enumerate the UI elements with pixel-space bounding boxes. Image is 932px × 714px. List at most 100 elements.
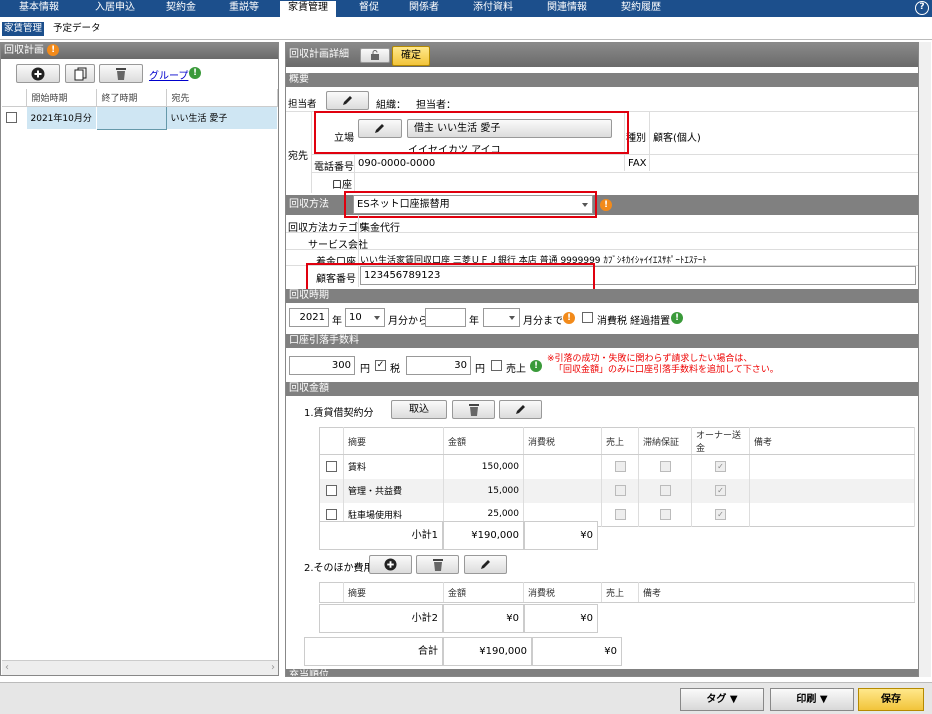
save-button[interactable]: 保存 bbox=[858, 688, 924, 711]
month-from-label: 月分から bbox=[388, 316, 428, 327]
subtotal1-tax: ¥0 bbox=[524, 521, 598, 550]
highlight-method bbox=[344, 191, 597, 218]
delete-button[interactable] bbox=[99, 64, 143, 83]
col-end: 終了時期 bbox=[96, 89, 167, 107]
tax-label: 税 bbox=[390, 364, 400, 375]
col-amount: 金額 bbox=[443, 427, 524, 455]
trash-icon bbox=[432, 559, 443, 571]
yen-label: 円 bbox=[360, 364, 370, 375]
row-guarantee-checkbox bbox=[659, 485, 671, 496]
other-part-label: 2.そのほか費用 bbox=[304, 563, 374, 574]
trash-icon bbox=[116, 68, 126, 80]
take-in-button[interactable]: 取込 bbox=[391, 400, 447, 419]
delete-row-button[interactable] bbox=[452, 400, 495, 419]
tab-explanation[interactable]: 重説等 bbox=[222, 1, 266, 17]
lock-button[interactable] bbox=[360, 48, 390, 63]
fee-amount-input[interactable]: 300 bbox=[289, 356, 355, 375]
row-owner-checkbox: ✓ bbox=[715, 485, 726, 496]
tanto-label: 担当者： bbox=[416, 100, 456, 111]
info-icon[interactable]: ! bbox=[47, 44, 60, 56]
org-label: 組織： bbox=[376, 100, 406, 111]
row-guarantee-checkbox bbox=[659, 461, 671, 473]
row-owner-checkbox: ✓ bbox=[715, 461, 726, 473]
plan-table: 開始時期 終了時期 宛先 2021年10月分 いい生活 愛子 bbox=[2, 89, 278, 130]
subtotal2-tax: ¥0 bbox=[524, 604, 598, 633]
help-icon[interactable]: ? bbox=[915, 1, 929, 15]
row-checkbox[interactable] bbox=[326, 461, 337, 473]
collection-plan-panel: 回収計画 ! グループ ! 開始時期 終了時期 宛先 2021年10月分 いい生… bbox=[0, 42, 279, 676]
tax-transition-checkbox[interactable] bbox=[582, 312, 593, 323]
row-sales-checkbox bbox=[614, 508, 626, 520]
tab-contract-money[interactable]: 契約金 bbox=[160, 1, 202, 17]
plus-icon bbox=[31, 67, 45, 81]
edit-tantosha-button[interactable] bbox=[326, 91, 369, 110]
add-other-button[interactable] bbox=[369, 555, 412, 574]
col-dest: 宛先 bbox=[166, 89, 278, 107]
add-button[interactable] bbox=[16, 64, 60, 83]
table-row[interactable]: 賃料 150,000 ✓ bbox=[319, 454, 915, 479]
tab-attachments[interactable]: 添付資料 bbox=[466, 1, 520, 17]
confirm-button[interactable]: 確定 bbox=[392, 46, 430, 66]
period-section: 回収時期 bbox=[286, 289, 918, 303]
amount-section: 回収金額 bbox=[286, 382, 918, 396]
row-owner-checkbox: ✓ bbox=[715, 508, 726, 520]
col-tax: 消費税 bbox=[523, 427, 602, 455]
tab-application[interactable]: 入居申込 bbox=[88, 1, 142, 17]
horizontal-scrollbar[interactable]: ‹ › bbox=[2, 660, 278, 675]
subtotal1-amount: ¥190,000 bbox=[443, 521, 524, 550]
copy-button[interactable] bbox=[65, 64, 95, 83]
col-guarantee: 滞納保証 bbox=[638, 427, 692, 455]
info-icon[interactable]: ! bbox=[671, 312, 683, 324]
row-name: 賃料 bbox=[343, 454, 444, 479]
info-icon[interactable]: ! bbox=[563, 312, 575, 324]
col-sales: 売上 bbox=[601, 582, 639, 603]
highlight-position bbox=[314, 111, 629, 154]
col-amount: 金額 bbox=[443, 582, 524, 603]
tab-contract-history[interactable]: 契約履歴 bbox=[614, 1, 668, 17]
end-year-input[interactable] bbox=[425, 308, 466, 327]
tab-rent-management[interactable]: 家賃管理 bbox=[280, 1, 336, 17]
subtotal2-label: 小計2 bbox=[319, 604, 443, 633]
print-button[interactable]: 印刷 ▼ bbox=[770, 688, 854, 711]
tab-basic-info[interactable]: 基本情報 bbox=[12, 1, 66, 17]
subtab-schedule-data[interactable]: 予定データ bbox=[51, 22, 103, 36]
tab-related-parties[interactable]: 関係者 bbox=[404, 1, 444, 17]
row-end bbox=[95, 105, 167, 130]
total-tax: ¥0 bbox=[532, 637, 622, 666]
col-summary: 摘要 bbox=[343, 427, 444, 455]
edit-other-button[interactable] bbox=[464, 555, 507, 574]
tax-checkbox[interactable]: ✓ bbox=[375, 360, 386, 371]
tax-amount-input[interactable]: 30 bbox=[406, 356, 471, 375]
table-row[interactable]: 管理・共益費 15,000 ✓ bbox=[319, 478, 915, 503]
detail-panel: 回収計画詳細 確定 概要 担当者 組織： 担当者： 宛先 立場 借主 いい生活 … bbox=[285, 42, 919, 677]
highlight-customer-no bbox=[306, 263, 595, 291]
fee-section: 口座引落手数料 bbox=[286, 334, 918, 348]
info-icon[interactable]: ! bbox=[600, 199, 612, 211]
tantosha-label: 担当者 bbox=[288, 99, 317, 110]
tab-dunning[interactable]: 督促 bbox=[352, 1, 386, 17]
info-icon[interactable]: ! bbox=[189, 67, 201, 79]
subtab-rent-management[interactable]: 家賃管理 bbox=[2, 22, 45, 36]
tag-button[interactable]: タグ ▼ bbox=[680, 688, 764, 711]
tab-related-info[interactable]: 関連情報 bbox=[540, 1, 594, 17]
start-month-select[interactable]: 10 bbox=[345, 308, 385, 327]
vertical-scrollbar[interactable] bbox=[919, 42, 931, 677]
sales-checkbox[interactable] bbox=[491, 360, 502, 371]
col-sales: 売上 bbox=[601, 427, 639, 455]
group-link[interactable]: グループ bbox=[149, 67, 188, 82]
edit-row-button[interactable] bbox=[499, 400, 542, 419]
delete-other-button[interactable] bbox=[416, 555, 459, 574]
pencil-icon bbox=[515, 405, 525, 414]
row-checkbox[interactable] bbox=[6, 112, 17, 124]
row-amount: 150,000 bbox=[443, 454, 524, 479]
info-icon[interactable]: ! bbox=[530, 360, 542, 372]
detail-title: 回収計画詳細 bbox=[289, 49, 349, 60]
table-row[interactable]: 2021年10月分 いい生活 愛子 bbox=[2, 105, 278, 130]
end-month-select[interactable] bbox=[483, 308, 520, 327]
start-year-input[interactable]: 2021 bbox=[289, 308, 329, 327]
row-checkbox[interactable] bbox=[326, 485, 337, 496]
row-name: 管理・共益費 bbox=[343, 478, 444, 503]
row-checkbox[interactable] bbox=[326, 508, 337, 520]
row-start: 2021年10月分 bbox=[26, 106, 97, 129]
trash-icon bbox=[468, 404, 479, 416]
